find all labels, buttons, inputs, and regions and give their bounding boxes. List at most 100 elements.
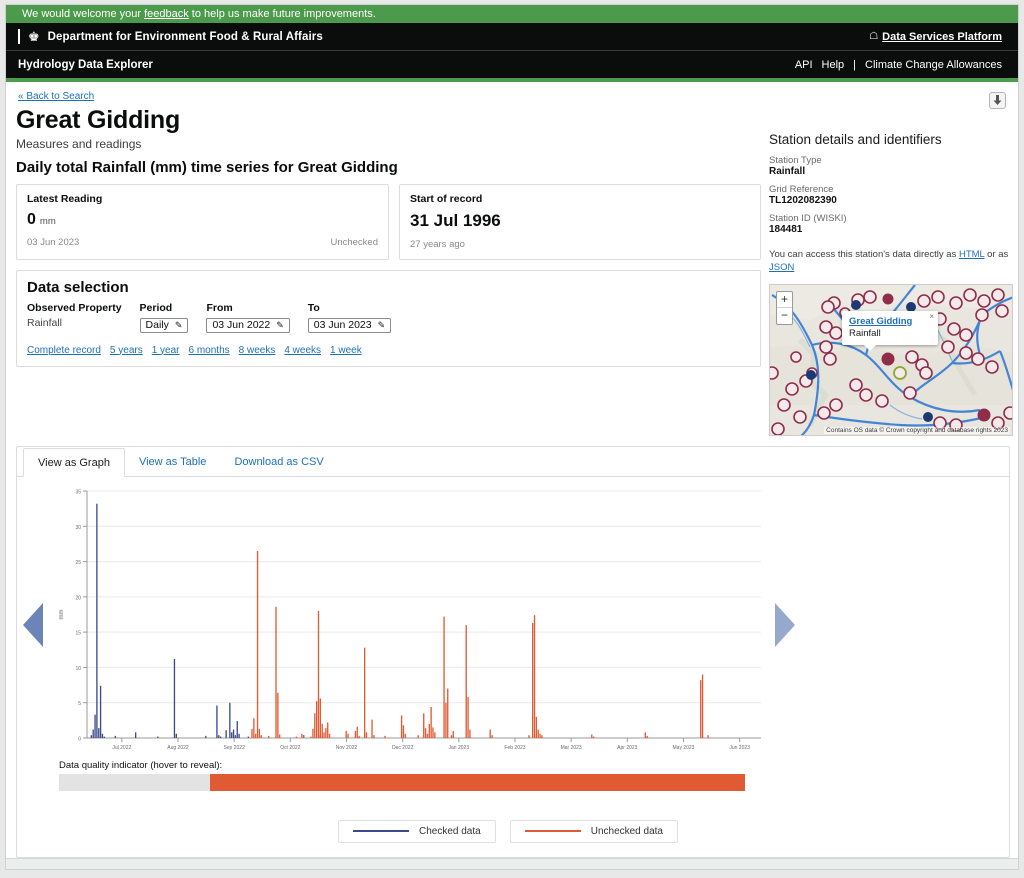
svg-text:20: 20: [75, 595, 81, 601]
svg-text:10: 10: [75, 666, 81, 672]
svg-text:15: 15: [75, 630, 81, 636]
range-5-years[interactable]: 5 years: [110, 345, 143, 356]
download-icon[interactable]: [989, 92, 1006, 109]
brand-rule: [18, 29, 20, 44]
grid-reference-label: Grid Reference: [769, 184, 834, 195]
arrow-right-icon: [775, 603, 795, 648]
defra-header: ♚ Department for Environment Food & Rura…: [6, 23, 1018, 50]
range-6-months[interactable]: 6 months: [189, 345, 230, 356]
period-value: Daily: [145, 319, 169, 331]
api-link[interactable]: API: [795, 59, 813, 71]
crown-icon: ♚: [28, 29, 40, 44]
service-links: API Help | Climate Change Allowances: [795, 59, 1002, 71]
data-quality-label: Data quality indicator (hover to reveal)…: [59, 759, 223, 771]
tab-download-as-csv[interactable]: Download as CSV: [220, 448, 337, 477]
range-1-week[interactable]: 1 week: [330, 345, 362, 356]
to-date-selector[interactable]: 03 Jun 2023 ✎: [307, 317, 392, 333]
data-selection-title: Data selection: [27, 279, 129, 296]
data-quality-indicator[interactable]: Data quality indicator (hover to reveal)…: [59, 760, 745, 791]
from-date-selector[interactable]: 03 Jun 2022 ✎: [206, 317, 290, 333]
range-1-year[interactable]: 1 year: [152, 345, 180, 356]
svg-text:Jun 2023: Jun 2023: [729, 745, 750, 751]
station-location-map[interactable]: + − × Great Gidding Rainfall Contains OS…: [769, 283, 1013, 436]
arrow-left-icon: [23, 603, 43, 648]
data-quality-unchecked-segment[interactable]: [209, 773, 745, 791]
start-of-record-footer: 27 years ago: [410, 239, 750, 250]
svg-text:Mar 2023: Mar 2023: [561, 745, 582, 751]
station-details-title: Station details and identifiers: [769, 132, 942, 147]
department-name: Department for Environment Food & Rural …: [47, 30, 323, 43]
content-columns: Great Gidding Measures and readings Dail…: [16, 104, 1013, 436]
station-details-panel: Station details and identifiers Station …: [769, 104, 1013, 436]
legend-label-unchecked: Unchecked data: [590, 825, 663, 837]
period-label: Period: [139, 302, 173, 314]
start-of-record-card: Start of record 31 Jul 1996 27 years ago: [399, 184, 761, 260]
link-separator: |: [853, 58, 857, 71]
html-format-link[interactable]: HTML: [959, 249, 985, 260]
feedback-banner: We would welcome your feedback to help u…: [6, 5, 1018, 23]
data-quality-checked-segment[interactable]: [59, 773, 210, 791]
legend-item-unchecked[interactable]: Unchecked data: [509, 819, 678, 843]
popup-close-icon[interactable]: ×: [929, 312, 934, 321]
svg-text:Aug 2022: Aug 2022: [167, 745, 189, 751]
tab-view-as-table[interactable]: View as Table: [125, 448, 220, 477]
observed-property-value: Rainfall: [27, 317, 63, 329]
service-bar: Hydrology Data Explorer API Help | Clima…: [6, 50, 1018, 78]
graph-panel: View as Graph View as Table Download as …: [16, 445, 1010, 858]
svg-text:Nov 2022: Nov 2022: [336, 745, 358, 751]
from-value: 03 Jun 2022: [212, 319, 271, 331]
help-link[interactable]: Help: [822, 59, 845, 71]
svg-text:Jul 2022: Jul 2022: [112, 745, 131, 751]
to-label: To: [307, 302, 320, 314]
grid-reference-value: TL1202082390: [769, 195, 837, 206]
latest-reading-quality: Unchecked: [330, 237, 378, 248]
map-station-popup: × Great Gidding Rainfall: [842, 310, 938, 351]
latest-reading-card: Latest Reading 0 mm 03 Jun 2023 Unchecked: [16, 184, 389, 260]
period-field: Period Daily ✎: [139, 302, 189, 333]
defra-brand: ♚ Department for Environment Food & Rura…: [18, 29, 323, 44]
map-zoom-controls[interactable]: + −: [776, 290, 793, 325]
svg-text:mm: mm: [59, 609, 65, 619]
observed-property-label: Observed Property: [27, 302, 122, 314]
platform-link-group[interactable]: ☖ Data Services Platform: [869, 31, 1002, 43]
chart-prev-button[interactable]: [17, 603, 49, 648]
map-canvas: [770, 284, 1012, 435]
observed-property-field: Observed Property Rainfall: [27, 302, 122, 333]
station-id-label: Station ID (WISKI): [769, 213, 847, 224]
back-to-search-link[interactable]: « Back to Search: [18, 91, 94, 102]
view-tabs: View as Graph View as Table Download as …: [17, 447, 1009, 477]
latest-reading-value-group: 0 mm: [27, 211, 378, 229]
map-zoom-in-button[interactable]: +: [777, 292, 792, 308]
svg-text:Apr 2023: Apr 2023: [617, 745, 638, 751]
pencil-icon: ✎: [276, 319, 284, 330]
chart-row: 0 5 10 15 20 25 30 35 mm Jul 2022 Aug 2022 Sep 2022…: [17, 483, 1009, 768]
legend-item-checked[interactable]: Checked data: [338, 819, 496, 843]
station-type-value: Rainfall: [769, 166, 806, 177]
tab-view-as-graph[interactable]: View as Graph: [23, 447, 125, 477]
summary-cards: Latest Reading 0 mm 03 Jun 2023 Unchecked…: [16, 184, 761, 260]
json-format-link[interactable]: JSON: [769, 262, 794, 273]
chart-next-button[interactable]: [769, 603, 801, 648]
page-title: Great Gidding: [16, 106, 181, 134]
svg-text:Oct 2022: Oct 2022: [280, 745, 301, 751]
home-icon: ☖: [869, 31, 879, 42]
data-services-platform-link[interactable]: Data Services Platform: [882, 31, 1002, 43]
feedback-link[interactable]: feedback: [144, 8, 189, 20]
period-selector[interactable]: Daily ✎: [139, 317, 189, 333]
range-8-weeks[interactable]: 8 weeks: [239, 345, 276, 356]
app-window: We would welcome your feedback to help u…: [5, 4, 1019, 870]
climate-change-allowances-link[interactable]: Climate Change Allowances: [865, 59, 1002, 71]
popup-station-type: Rainfall: [849, 327, 881, 339]
range-complete-record[interactable]: Complete record: [27, 345, 101, 356]
popup-station-link[interactable]: Great Gidding: [849, 316, 931, 327]
to-value: 03 Jun 2023: [313, 319, 372, 331]
svg-text:Feb 2023: Feb 2023: [504, 745, 525, 751]
map-zoom-out-button[interactable]: −: [777, 308, 792, 324]
rainfall-timeseries-chart[interactable]: 0 5 10 15 20 25 30 35 mm Jul 2022 Aug 2022 Sep 2022…: [49, 483, 769, 768]
station-id-value: 184481: [769, 224, 803, 235]
feedback-suffix: to help us make future improvements.: [188, 8, 376, 20]
data-quality-bar[interactable]: [59, 773, 745, 791]
start-of-record-ago: 27 years ago: [410, 239, 465, 250]
feedback-prefix: We would welcome your: [22, 8, 145, 20]
range-4-weeks[interactable]: 4 weeks: [284, 345, 321, 356]
